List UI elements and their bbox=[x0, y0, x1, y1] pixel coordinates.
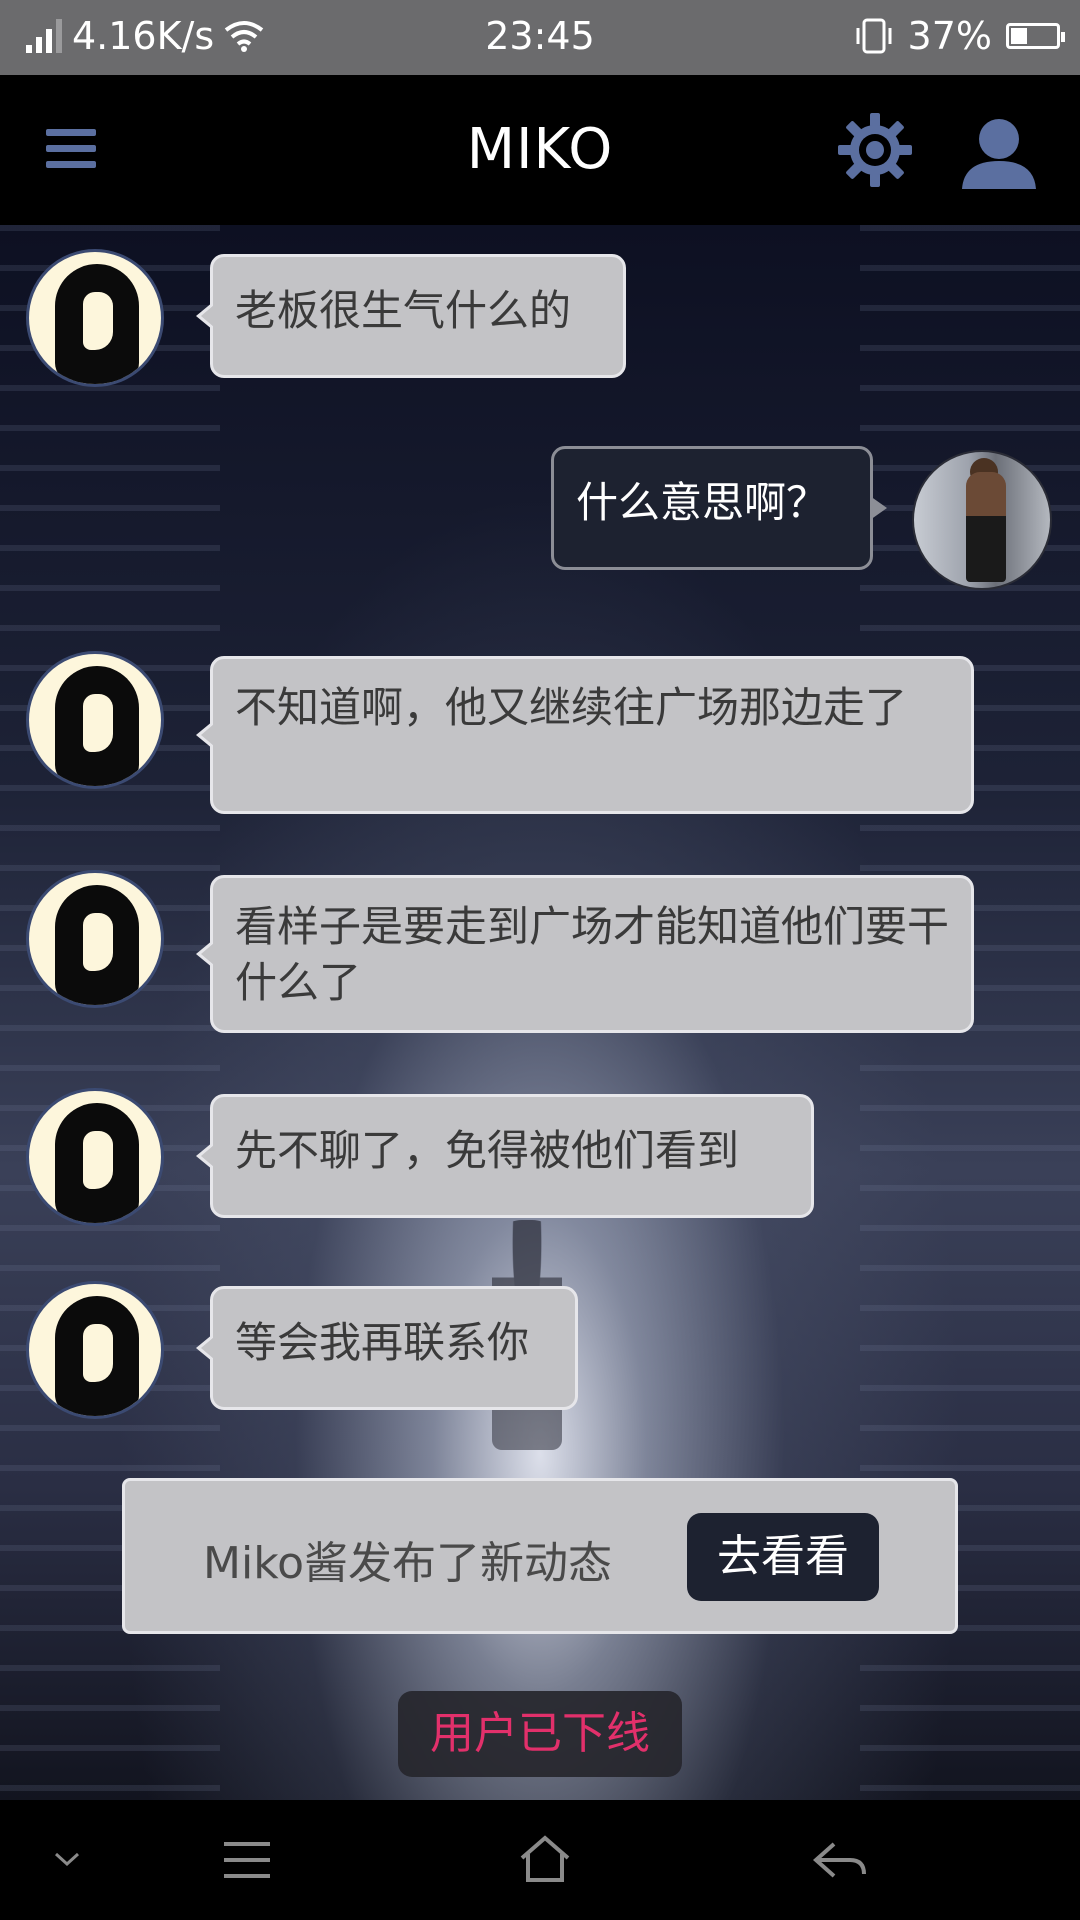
home-icon[interactable] bbox=[518, 1834, 572, 1884]
chevron-down-icon[interactable] bbox=[52, 1850, 82, 1870]
profile-icon[interactable] bbox=[960, 117, 1038, 191]
miko-avatar[interactable] bbox=[26, 249, 164, 387]
battery-icon bbox=[1006, 23, 1065, 49]
system-nav-bar bbox=[0, 1800, 1080, 1920]
miko-avatar[interactable] bbox=[26, 870, 164, 1008]
status-bar: 4.16K/s 23:45 37% bbox=[0, 0, 1080, 75]
notice-text: Miko酱发布了新动态 bbox=[203, 1538, 613, 1589]
miko-avatar[interactable] bbox=[26, 1281, 164, 1419]
miko-avatar[interactable] bbox=[26, 1088, 164, 1226]
app-bar: MIKO bbox=[0, 75, 1080, 225]
user-avatar[interactable] bbox=[912, 450, 1052, 590]
offline-status-badge: 用户已下线 bbox=[398, 1691, 682, 1777]
message-bubble-in[interactable]: 看样子是要走到广场才能知道他们要干什么了 bbox=[196, 875, 974, 1033]
message-bubble-in[interactable]: 老板很生气什么的 bbox=[196, 254, 626, 378]
view-post-button[interactable]: 去看看 bbox=[687, 1513, 879, 1601]
miko-avatar[interactable] bbox=[26, 651, 164, 789]
battery-percent: 37% bbox=[907, 14, 992, 58]
chat-title: MIKO bbox=[466, 117, 614, 182]
message-bubble-in[interactable]: 先不聊了，免得被他们看到 bbox=[196, 1094, 814, 1218]
message-bubble-in[interactable]: 等会我再联系你 bbox=[196, 1286, 578, 1410]
new-post-notice: Miko酱发布了新动态 去看看 bbox=[122, 1478, 958, 1634]
vibrate-icon bbox=[856, 18, 892, 54]
gear-icon[interactable] bbox=[838, 113, 912, 187]
message-bubble-in[interactable]: 不知道啊，他又继续往广场那边走了 bbox=[196, 656, 974, 814]
status-right: 37% bbox=[854, 14, 1065, 58]
menu-icon[interactable] bbox=[222, 1840, 272, 1880]
message-bubble-out[interactable]: 什么意思啊？ bbox=[551, 446, 887, 570]
back-icon[interactable] bbox=[812, 1840, 868, 1880]
